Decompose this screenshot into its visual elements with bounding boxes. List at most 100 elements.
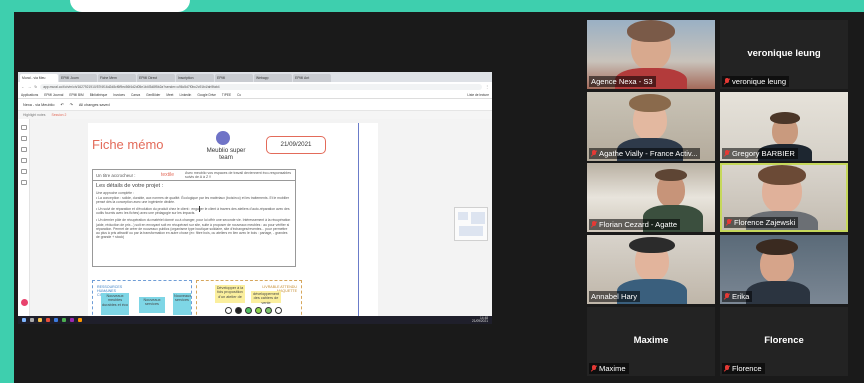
sticky-note-icon[interactable] <box>20 125 27 130</box>
sticky-note[interactable]: Nouveaux meubles durables et éco <box>101 293 129 315</box>
section-resources[interactable]: RESSOURCES HUMAINES CIBLÉES Nouveaux meu… <box>92 280 192 320</box>
mural-minimap[interactable] <box>454 207 488 241</box>
bookmark-item[interactable]: EPMI Journal <box>44 93 63 97</box>
browser-tab[interactable]: EPMI Direct <box>137 74 175 82</box>
highlight-notes[interactable]: Highlight notes <box>23 113 45 117</box>
bookmark-item[interactable]: Cc <box>237 93 241 97</box>
mural-board-name[interactable]: Nexa - via Meublio <box>23 103 54 107</box>
redo-icon[interactable]: ↷ <box>70 102 73 107</box>
title-row-desc: Avec meublio vos espaces de travail devi… <box>185 170 292 179</box>
participant-tile[interactable]: Agathe Vially - France Activ... <box>587 92 715 161</box>
app-icon[interactable] <box>78 318 82 322</box>
participant-center-name: Maxime <box>633 335 669 346</box>
text-cursor <box>199 206 200 212</box>
mural-left-toolbar <box>18 119 30 316</box>
browser-tab[interactable]: EPMI Ant <box>293 74 331 82</box>
reload-icon[interactable]: ↻ <box>34 85 37 89</box>
participant-name: Agathe Vially - France Activ... <box>599 149 698 158</box>
text-icon[interactable] <box>20 136 27 141</box>
session-label[interactable]: Session 2 <box>51 113 66 117</box>
voting-dot-icon[interactable] <box>255 307 262 314</box>
participant-name: veronique leung <box>732 77 787 86</box>
participant-tile[interactable]: Maxime Maxime <box>587 307 715 376</box>
back-icon[interactable]: ← <box>21 85 25 89</box>
chrome-icon[interactable] <box>46 318 50 322</box>
background-shape <box>70 0 190 12</box>
participant-tile-active[interactable]: Florence Zajewski <box>720 163 848 232</box>
board-title: Fiche mémo <box>92 137 164 152</box>
folder-icon[interactable] <box>38 318 42 322</box>
participant-hair <box>655 169 687 181</box>
section-deliverable[interactable]: LIVRABLE ATTENDU MAQUETTE Développer à l… <box>196 280 302 320</box>
app-icon[interactable] <box>54 318 58 322</box>
browser-tab[interactable]: Inscription <box>176 74 214 82</box>
browser-tab[interactable]: Fiche Mem <box>98 74 136 82</box>
voting-dot-icon[interactable] <box>265 307 272 314</box>
voting-dot-icon[interactable] <box>235 307 242 314</box>
date-box: 21/09/2021 <box>266 136 326 154</box>
browser-tab[interactable]: EPMI <box>215 74 253 82</box>
sticky-note[interactable]: Nouveaux services <box>173 293 191 315</box>
participant-tile[interactable]: veronique leung veronique leung <box>720 20 848 89</box>
minimap-area <box>458 212 468 220</box>
project-details[interactable]: Les détails de votre projet : Une approc… <box>92 181 296 267</box>
participant-label: Florence <box>722 363 765 374</box>
reading-list[interactable]: Liste de lecture <box>467 93 489 97</box>
voting-dot-icon[interactable] <box>225 307 232 314</box>
forward-icon[interactable]: → <box>28 85 32 89</box>
app-icon[interactable] <box>62 318 66 322</box>
bookmark-item[interactable]: TIPEE <box>222 93 231 97</box>
bookmark-item[interactable]: Invoices <box>113 93 125 97</box>
sticky-note[interactable]: développement des cahiers de vente <box>251 291 281 305</box>
bookmark-item[interactable]: Bibliothèque <box>90 93 108 97</box>
participant-center-name: veronique leung <box>747 48 821 59</box>
app-icon[interactable] <box>70 318 74 322</box>
browser-tab[interactable]: EPMI Journ <box>59 74 97 82</box>
start-icon[interactable] <box>22 318 26 322</box>
fiche-memo-board[interactable]: Fiche mémo Meublio super team 21/09/2021… <box>88 123 378 320</box>
bookmark-item[interactable]: Meet <box>166 93 173 97</box>
draw-icon[interactable] <box>20 180 27 185</box>
voting-dot-icon[interactable] <box>275 307 282 314</box>
mic-muted-icon <box>726 219 732 226</box>
sticky-note[interactable]: Développer à la fois proposition d'un at… <box>215 285 245 303</box>
participant-label: veronique leung <box>722 76 790 87</box>
shape-icon[interactable] <box>20 147 27 152</box>
browser-tab[interactable]: Webapp <box>254 74 292 82</box>
menu-icon[interactable]: ⋮ <box>485 85 489 89</box>
participant-tile[interactable]: Erika <box>720 235 848 304</box>
title-row-label: Un titre accrocheur : <box>96 172 136 178</box>
participant-hair <box>627 20 675 42</box>
bookmark-item[interactable]: Applications <box>21 93 38 97</box>
browser-tab[interactable]: Mural - via Meu <box>20 74 58 82</box>
bookmark-item[interactable]: Linkedin <box>179 93 191 97</box>
participant-tile[interactable]: Gregory BARBIER <box>720 92 848 161</box>
image-icon[interactable] <box>20 169 27 174</box>
participant-tile[interactable]: Annabel Hary <box>587 235 715 304</box>
participant-hair <box>629 94 671 112</box>
participant-tile[interactable]: Florian Cezard - Agatte <box>587 163 715 232</box>
frame-icon[interactable] <box>20 158 27 163</box>
search-icon[interactable] <box>30 318 34 322</box>
participant-tile[interactable]: Agence Nexa - S3 <box>587 20 715 89</box>
browser-toolbar: ← → ↻ app.mural.co/t/ch/m/ch/1627921910/… <box>18 82 492 91</box>
participant-label: Florian Cezard - Agatte <box>589 219 681 230</box>
participant-name: Florence <box>732 364 762 373</box>
bookmark-item[interactable]: EPMI BIM <box>69 93 83 97</box>
team-avatar-icon <box>216 131 230 145</box>
mural-canvas[interactable]: Fiche mémo Meublio super team 21/09/2021… <box>18 119 492 320</box>
address-bar[interactable]: app.mural.co/t/ch/m/ch/1627921910/57f4f1… <box>40 83 483 90</box>
details-bullet: • La conception : solide, durable, aux n… <box>96 196 290 205</box>
voting-dot-icon[interactable] <box>245 307 252 314</box>
bookmark-item[interactable]: GenBilder <box>146 93 160 97</box>
undo-icon[interactable]: ↶ <box>60 102 63 107</box>
bookmark-item[interactable]: Google Drive <box>197 93 216 97</box>
bookmark-item[interactable]: Canva <box>131 93 140 97</box>
sticky-note[interactable]: Nouveaux services <box>139 297 165 313</box>
title-row-value[interactable]: textile <box>161 172 185 178</box>
minimap-area <box>471 212 485 224</box>
participant-tile[interactable]: Florence Florence <box>720 307 848 376</box>
mic-muted-icon <box>591 150 597 157</box>
shared-screen[interactable]: Mural - via Meu EPMI Journ Fiche Mem EPM… <box>18 72 492 324</box>
mic-muted-icon <box>724 78 730 85</box>
